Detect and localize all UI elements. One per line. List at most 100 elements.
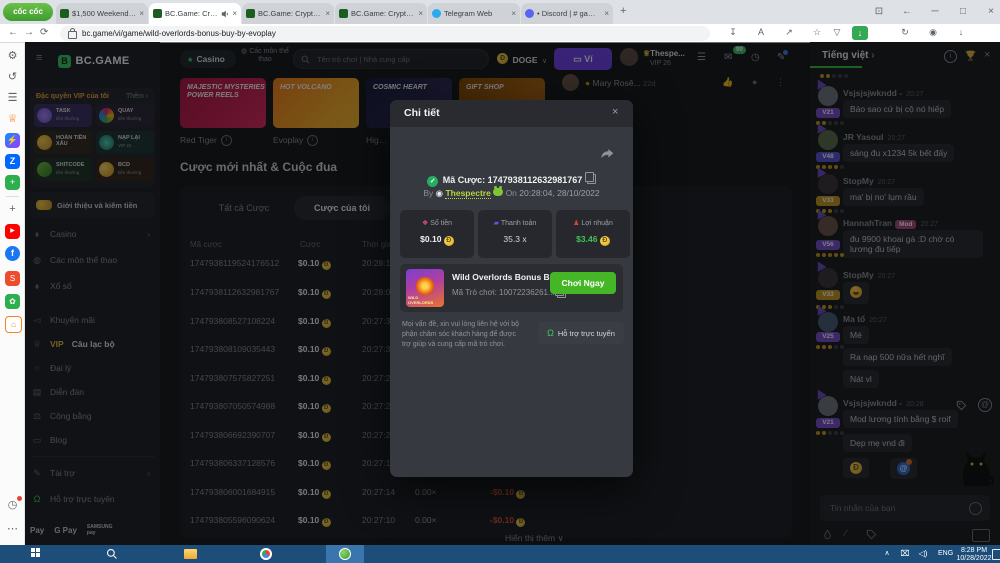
telegram-favicon xyxy=(432,9,441,18)
pip-icon[interactable]: ⊡ xyxy=(868,0,890,24)
forward-icon[interactable]: → xyxy=(24,27,34,38)
frog-badge-icon xyxy=(493,188,503,196)
support-note: Mọi vấn đề, xin vui lòng liên hệ với bộ … xyxy=(402,320,522,350)
browser-tab-5[interactable]: Telegram Web × xyxy=(428,3,520,24)
rail-divider xyxy=(6,196,19,197)
tab-close-icon[interactable]: × xyxy=(511,9,516,18)
start-button[interactable] xyxy=(28,547,42,561)
coin-icon: Ð xyxy=(444,236,454,246)
share-bet-icon[interactable] xyxy=(600,148,614,160)
money-icon: ❖ xyxy=(422,220,428,227)
modal-title: Chi tiết xyxy=(404,107,440,119)
coccoc-logo[interactable]: cốc cốc xyxy=(3,3,53,21)
downloads-tray-icon[interactable]: ↓ xyxy=(954,27,968,37)
maximize-button[interactable]: □ xyxy=(952,0,974,24)
live-support-button[interactable]: Ω Hỗ trợ trực tuyến xyxy=(538,322,624,344)
profile-icon[interactable]: ◉ xyxy=(926,27,940,38)
browser-tab-2-active[interactable]: BC.Game: Crypto Casino × xyxy=(149,3,241,24)
facebook-icon[interactable]: f xyxy=(5,246,20,261)
person-icon: ◉ xyxy=(436,188,443,198)
profit-icon: ♟ xyxy=(573,220,579,227)
cart-app-icon[interactable]: ⌂ xyxy=(5,316,22,333)
browser-tab-3[interactable]: BC.Game: Crypto Casino Gan × xyxy=(242,3,334,24)
sidebar-toggle-icon[interactable]: ← xyxy=(896,0,918,24)
gamepad-icon[interactable]: + xyxy=(5,175,20,190)
game-card: WILD OVERLORDS Wild Overlords Bonus Buy … xyxy=(400,264,623,312)
sync-icon[interactable]: ↻ xyxy=(898,27,912,38)
tab-close-icon[interactable]: × xyxy=(232,9,237,18)
reload-icon[interactable]: ⟳ xyxy=(40,27,48,38)
shopee-icon[interactable]: S xyxy=(5,271,20,286)
volume-icon[interactable]: ◁) xyxy=(916,547,930,561)
taskbar-search-icon[interactable] xyxy=(106,548,118,560)
green-app-icon[interactable]: ✿ xyxy=(5,294,20,309)
share-icon[interactable]: ↗ xyxy=(782,27,796,38)
minimize-button[interactable]: ─ xyxy=(924,0,946,24)
browser-tab-4[interactable]: BC.Game: Crypto Casino Gan × xyxy=(335,3,427,24)
reading-list-icon[interactable]: ☰ xyxy=(5,91,20,106)
network-icon[interactable]: ⌧ xyxy=(898,547,912,561)
tab-audio-icon[interactable] xyxy=(221,10,229,18)
stat-profit: ♟ Lợi nhuận $3.46 Ð xyxy=(556,210,630,258)
browser-tabstrip: cốc cốc $1,500 Weekend Evoplay Mu × BC.G… xyxy=(0,0,1000,24)
bcgame-favicon xyxy=(153,9,162,18)
tab-close-icon[interactable]: × xyxy=(418,9,423,18)
more-options-icon[interactable]: ⋯ xyxy=(5,522,20,537)
windows-taskbar xyxy=(0,545,1000,563)
bookmark-star-icon[interactable]: ☆ xyxy=(810,27,824,38)
bcgame-favicon xyxy=(246,9,255,18)
copy-icon[interactable] xyxy=(587,174,596,184)
page-url: bc.game/vi/game/wild-overlords-bonus-buy… xyxy=(82,29,276,38)
play-now-button[interactable]: Chơi Ngay xyxy=(550,272,616,294)
browser-tab-1[interactable]: $1,500 Weekend Evoplay Mu × xyxy=(56,3,148,24)
bet-details-modal: Chi tiết × ✓ Mã Cược: 174793811263298176… xyxy=(390,100,633,477)
file-explorer-icon[interactable] xyxy=(184,549,197,559)
input-language[interactable]: ENG xyxy=(938,550,953,558)
url-field[interactable]: bc.game/vi/game/wild-overlords-bonus-buy… xyxy=(60,26,710,41)
game-thumbnail[interactable]: WILD OVERLORDS xyxy=(406,269,444,307)
add-shortcut-icon[interactable]: + xyxy=(5,202,20,217)
notification-dot xyxy=(17,496,22,501)
tab-close-icon[interactable]: × xyxy=(604,9,609,18)
clock[interactable]: 8:28 PM10/28/2022 xyxy=(956,547,992,563)
game-title: Wild Overlords Bonus Buy xyxy=(452,272,548,282)
chrome-icon[interactable] xyxy=(260,548,272,560)
translate-icon[interactable]: A xyxy=(754,27,768,37)
headset-icon: Ω xyxy=(547,328,554,338)
lock-icon xyxy=(68,31,77,39)
youtube-icon[interactable]: ▶ xyxy=(5,224,20,239)
tab-close-icon[interactable]: × xyxy=(139,9,144,18)
verified-check-icon: ✓ xyxy=(427,176,438,187)
close-button[interactable]: × xyxy=(980,0,1000,24)
back-icon[interactable]: ← xyxy=(8,27,18,38)
action-center-icon[interactable] xyxy=(992,549,1000,560)
game-id: 10072236261... xyxy=(499,288,555,297)
settings-gear-icon[interactable]: ⚙ xyxy=(5,49,20,64)
coin-icon: Ð xyxy=(600,236,610,246)
zalo-icon[interactable]: Z xyxy=(5,154,20,169)
bet-author-row: By ◉ Thespectre On 20:28:04, 28/10/2022 xyxy=(390,188,633,199)
screen: cốc cốc $1,500 Weekend Evoplay Mu × BC.G… xyxy=(0,0,1000,563)
shield-icon[interactable]: ▽ xyxy=(830,27,844,38)
stat-amount: ❖ Số tiền $0.10 Ð xyxy=(400,210,474,258)
browser-tab-6[interactable]: • Discord | # games | BC G × xyxy=(521,3,613,24)
player-link[interactable]: Thespectre xyxy=(445,188,490,199)
stat-payout: ▰ Thanh toán 35.3 x xyxy=(478,210,552,258)
download-active-icon[interactable]: ↓ xyxy=(852,26,868,40)
new-tab-button[interactable]: + xyxy=(620,5,626,17)
discord-favicon xyxy=(525,9,534,18)
bcgame-favicon xyxy=(60,9,69,18)
save-page-icon[interactable]: ↧ xyxy=(726,27,740,38)
modal-close-icon[interactable]: × xyxy=(612,106,618,118)
history-icon[interactable]: ↺ xyxy=(5,70,20,85)
messenger-icon[interactable]: ⚡ xyxy=(5,133,20,148)
notification-bell-icon[interactable]: ◷ xyxy=(5,498,20,513)
tray-chevron-icon[interactable]: ∧ xyxy=(880,547,894,561)
bet-id-row: ✓ Mã Cược: 1747938112632981767 xyxy=(390,170,633,188)
tab-close-icon[interactable]: × xyxy=(325,9,330,18)
bcgame-favicon xyxy=(339,9,348,18)
crown-bookmark-icon[interactable]: ♕ xyxy=(5,112,20,127)
coccoc-icon[interactable] xyxy=(339,548,351,560)
modal-bet-id: 1747938112632981767 xyxy=(488,175,583,185)
wallet-icon: ▰ xyxy=(494,220,499,227)
